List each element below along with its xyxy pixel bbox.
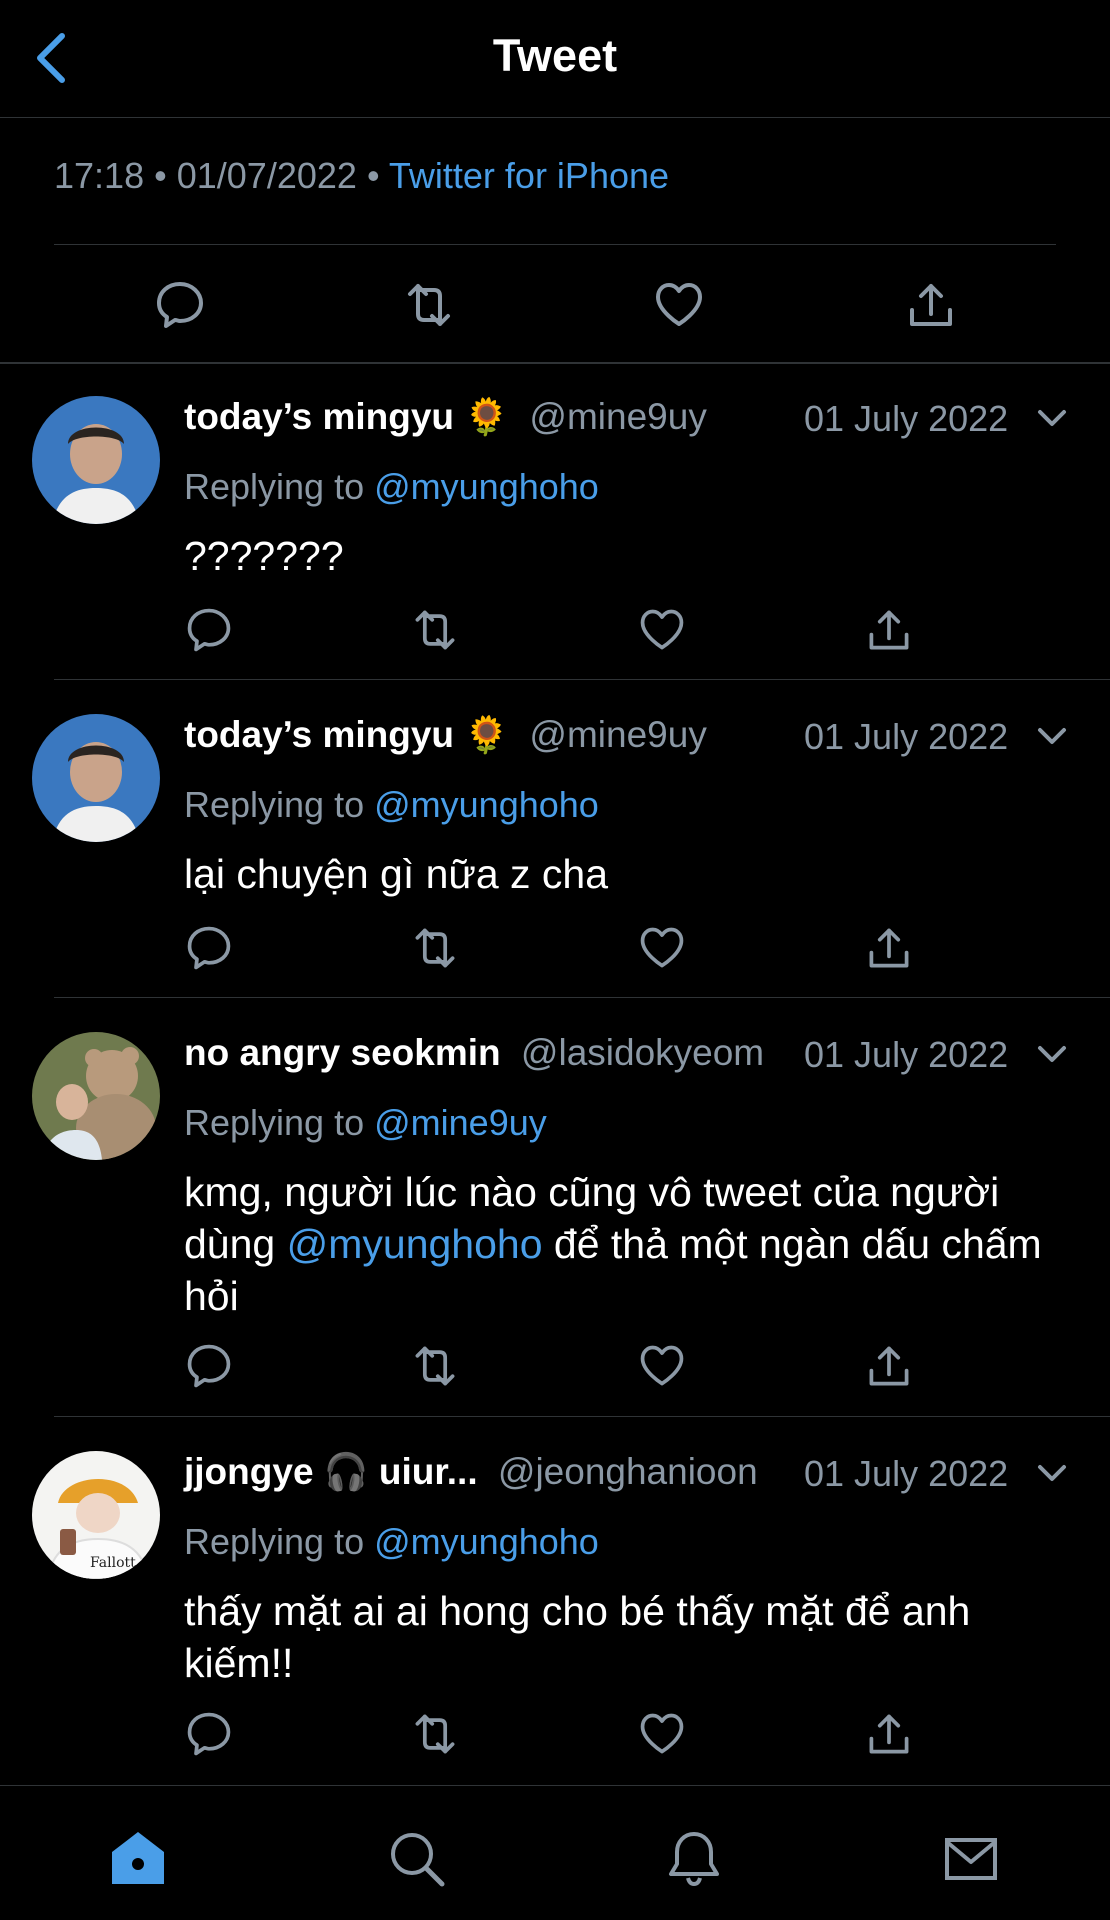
replying-to: Replying to @mine9uy [184,1102,547,1144]
meta-separator: • [366,155,380,196]
speech-bubble-icon[interactable] [184,1709,234,1759]
mention-link[interactable]: @mine9uy [374,1102,547,1143]
bell-icon[interactable] [664,1828,724,1888]
retweet-icon[interactable] [410,1341,460,1391]
divider [54,997,1110,998]
heart-icon[interactable] [637,1709,687,1759]
reply-text: thấy mặt ai ai hong cho bé thấy mặt để a… [184,1588,971,1686]
reply-text: ??????? [184,533,344,579]
speech-bubble-icon[interactable] [184,605,234,655]
replying-to: Replying to @myunghoho [184,466,599,508]
chevron-down-icon[interactable] [1034,1036,1070,1072]
retweet-icon[interactable] [410,605,460,655]
user-handle[interactable]: @mine9uy [529,396,706,437]
mention-link[interactable]: @myunghoho [374,1521,599,1562]
page-title: Tweet [492,30,618,81]
tweet-time: 17:18 [54,155,145,196]
reply-date: 01 July 2022 [804,1453,1009,1494]
replying-to: Replying to @myunghoho [184,1521,599,1563]
retweet-icon[interactable] [410,1709,460,1759]
retweet-icon[interactable] [402,278,456,332]
sunflower-emoji: 🌻 [464,714,510,755]
mention-link[interactable]: @myunghoho [374,784,599,825]
retweet-icon[interactable] [410,923,460,973]
display-name[interactable]: today’s mingyu [184,396,454,437]
headphones-emoji: 🎧 [323,1451,369,1492]
svg-text:Fallott: Fallott [90,1555,136,1571]
replying-prefix: Replying to [184,1102,365,1143]
reply-author: jjongye 🎧 uiur... @jeonghanioon [184,1451,758,1493]
heart-icon[interactable] [637,605,687,655]
chevron-down-icon[interactable] [1034,718,1070,754]
reply-actions [184,1341,944,1391]
bottom-tab-bar [0,1785,1110,1920]
user-handle[interactable]: @mine9uy [529,714,706,755]
replying-prefix: Replying to [184,784,365,825]
reply-text: kmg, người lúc nào cũng vô tweet của ngư… [184,1166,1064,1322]
share-icon[interactable] [864,1709,914,1759]
reply-author: today’s mingyu 🌻 @mine9uy [184,714,707,756]
reply-text: lại chuyện gì nữa z cha [184,851,609,897]
tweet-meta: 17:18 • 01/07/2022 • Twitter for iPhone [54,155,669,197]
display-name[interactable]: today’s mingyu [184,714,454,755]
divider [54,679,1110,680]
mention-link[interactable]: @myunghoho [374,466,599,507]
tweet-date: 01/07/2022 [176,155,357,196]
display-name[interactable]: jjongye [184,1451,314,1492]
reply-actions [184,605,944,655]
reply-actions [184,1709,944,1759]
heart-icon[interactable] [637,923,687,973]
reply-date: 01 July 2022 [804,398,1009,439]
avatar[interactable] [32,396,160,524]
avatar[interactable]: Fallott [32,1451,160,1579]
divider [0,362,1110,364]
share-icon[interactable] [864,1341,914,1391]
share-icon[interactable] [864,605,914,655]
user-handle[interactable]: @jeonghanioon [498,1451,758,1492]
user-handle[interactable]: @lasidokyeom [521,1032,764,1073]
avatar[interactable] [32,1032,160,1160]
divider [54,244,1056,245]
main-tweet-actions [0,270,1110,340]
replying-to: Replying to @myunghoho [184,784,599,826]
chevron-down-icon[interactable] [1034,1455,1070,1491]
chevron-down-icon[interactable] [1034,400,1070,436]
home-icon[interactable] [108,1828,168,1888]
reply-actions [184,923,944,973]
reply-author: no angry seokmin @lasidokyeom [184,1032,764,1074]
header: Tweet [0,0,1110,118]
replying-prefix: Replying to [184,466,365,507]
display-name[interactable]: no angry seokmin [184,1032,501,1073]
search-icon[interactable] [386,1828,446,1888]
speech-bubble-icon[interactable] [153,278,207,332]
heart-icon[interactable] [652,278,706,332]
reply-date: 01 July 2022 [804,716,1009,757]
speech-bubble-icon[interactable] [184,1341,234,1391]
display-name-suffix: uiur... [378,1451,478,1492]
avatar[interactable] [32,714,160,842]
speech-bubble-icon[interactable] [184,923,234,973]
replying-prefix: Replying to [184,1521,365,1562]
tweet-source-link[interactable]: Twitter for iPhone [389,155,669,196]
share-icon[interactable] [864,923,914,973]
divider [54,1416,1110,1417]
heart-icon[interactable] [637,1341,687,1391]
sunflower-emoji: 🌻 [464,396,510,437]
meta-separator: • [154,155,167,196]
reply-author: today’s mingyu 🌻 @mine9uy [184,396,707,438]
mail-icon[interactable] [941,1828,1001,1888]
mention-link[interactable]: @myunghoho [287,1221,543,1267]
share-icon[interactable] [904,278,958,332]
reply-date: 01 July 2022 [804,1034,1009,1075]
